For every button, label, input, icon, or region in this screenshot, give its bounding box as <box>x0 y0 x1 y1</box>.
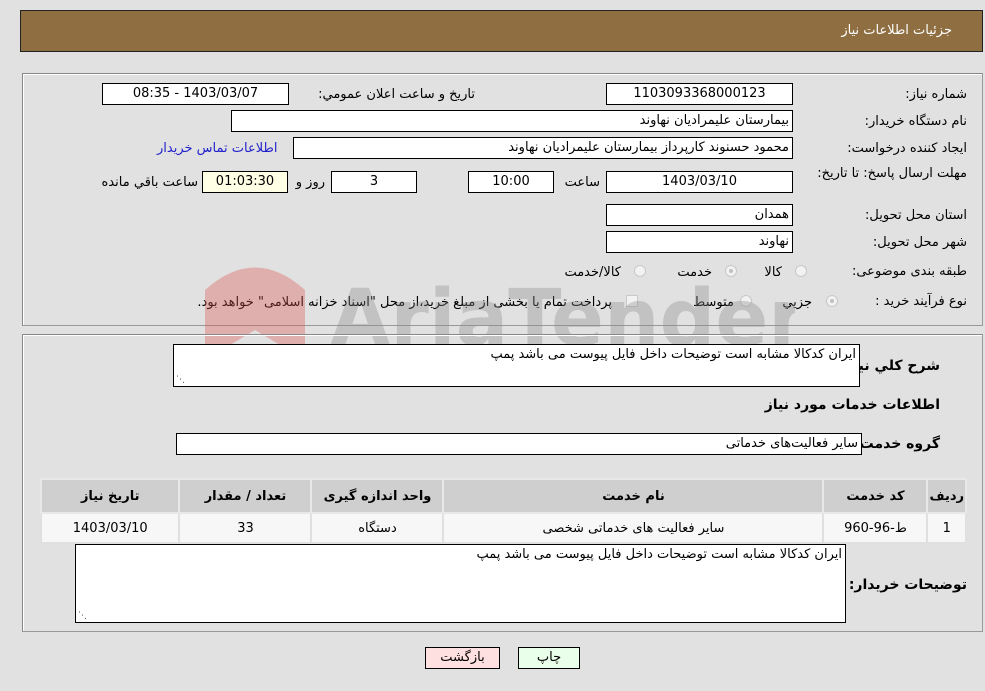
days-label: روز و <box>295 175 325 190</box>
cell-unit: دستگاه <box>310 512 445 544</box>
creator-field[interactable]: محمود حسنوند کارپرداز بیمارستان علیمرادی… <box>293 137 793 159</box>
col-service-code: کد خدمت <box>822 478 929 514</box>
cell-service-name: سایر فعالیت های خدماتی شخصی <box>442 512 825 544</box>
category-goods-radio[interactable] <box>795 265 807 277</box>
province-field[interactable]: همدان <box>606 204 793 226</box>
process-minor-label: جزيي <box>782 295 812 310</box>
city-field[interactable]: نهاوند <box>606 231 793 253</box>
general-desc-textarea[interactable]: ایران کدکالا مشابه است توضیحات داخل فایل… <box>173 344 860 387</box>
process-medium-label: متوسط <box>693 295 734 310</box>
print-button[interactable]: چاپ <box>518 647 580 669</box>
announce-datetime-field[interactable]: 1403/03/07 - 08:35 <box>102 83 289 105</box>
services-table: رديف کد خدمت نام خدمت واحد اندازه گيری ت… <box>39 478 967 544</box>
col-unit: واحد اندازه گيری <box>310 478 445 514</box>
category-service-label: خدمت <box>677 265 712 280</box>
col-need-date: تاریخ نیاز <box>39 478 181 514</box>
need-number-label: شماره نیاز: <box>905 87 967 102</box>
process-minor-radio[interactable] <box>826 295 838 307</box>
buyer-org-field[interactable]: بیمارستان علیمرادیان نهاوند <box>231 110 793 132</box>
deadline-time-field[interactable]: 10:00 <box>468 171 554 193</box>
cell-need-date: 1403/03/10 <box>39 512 181 544</box>
col-service-name: نام خدمت <box>442 478 825 514</box>
resize-grip-icon[interactable]: ⋰ <box>78 611 87 621</box>
resize-grip-icon[interactable]: ⋰ <box>176 375 185 385</box>
deadline-date-field[interactable]: 1403/03/10 <box>606 171 793 193</box>
cell-row-number: 1 <box>926 512 967 544</box>
remaining-time-field[interactable]: 01:03:30 <box>202 171 288 193</box>
days-remaining-field[interactable]: 3 <box>331 171 417 193</box>
remaining-label: ساعت باقي مانده <box>101 175 198 190</box>
general-desc-text: ایران کدکالا مشابه است توضیحات داخل فایل… <box>490 347 856 362</box>
service-group-label: گروه خدمت: <box>854 436 940 452</box>
category-label: طبقه بندی موضوعی: <box>851 264 967 279</box>
province-label: استان محل تحویل: <box>865 208 967 223</box>
deadline-label: مهلت ارسال پاسخ: تا تاریخ: <box>817 166 967 181</box>
category-goods-service-radio[interactable] <box>634 265 646 277</box>
table-row: 1 ط-96-960 سایر فعالیت های خدماتی شخصی د… <box>39 512 967 544</box>
col-quantity: تعداد / مقدار <box>178 478 313 514</box>
treasury-note: پرداخت تمام یا بخشی از مبلغ خرید،از محل … <box>197 295 612 310</box>
category-service-radio[interactable] <box>725 265 737 277</box>
announce-label: تاریخ و ساعت اعلان عمومي: <box>318 87 475 102</box>
time-label: ساعت <box>564 175 600 190</box>
services-heading: اطلاعات خدمات مورد نياز <box>764 397 940 413</box>
buyer-notes-textarea[interactable]: ایران کدکالا مشابه است توضیحات داخل فایل… <box>75 544 846 623</box>
treasury-checkbox[interactable] <box>626 295 638 307</box>
category-goods-service-label: کالا/خدمت <box>564 265 621 280</box>
buyer-contact-link[interactable]: اطلاعات تماس خريدار <box>157 141 277 156</box>
col-row-number: رديف <box>926 478 967 514</box>
buyer-notes-label: توضيحات خريدار: <box>848 577 967 593</box>
cell-service-code: ط-96-960 <box>822 512 929 544</box>
buyer-notes-text: ایران کدکالا مشابه است توضیحات داخل فایل… <box>476 547 842 562</box>
service-group-field[interactable]: سایر فعالیت‌های خدماتی <box>176 433 862 455</box>
city-label: شهر محل تحویل: <box>872 235 967 250</box>
back-button[interactable]: بازگشت <box>425 647 500 669</box>
process-medium-radio[interactable] <box>740 295 752 307</box>
cell-quantity: 33 <box>178 512 313 544</box>
category-goods-label: کالا <box>764 265 782 280</box>
page-header: جزئیات اطلاعات نیاز <box>20 10 983 52</box>
table-header-row: رديف کد خدمت نام خدمت واحد اندازه گيری ت… <box>39 478 967 514</box>
creator-label: ایجاد کننده درخواست: <box>847 141 967 156</box>
page-title: جزئیات اطلاعات نیاز <box>841 23 952 38</box>
buyer-org-label: نام دستگاه خريدار: <box>864 114 967 129</box>
process-label: نوع فرآیند خرید : <box>875 294 967 309</box>
need-number-field[interactable]: 1103093368000123 <box>606 83 793 105</box>
